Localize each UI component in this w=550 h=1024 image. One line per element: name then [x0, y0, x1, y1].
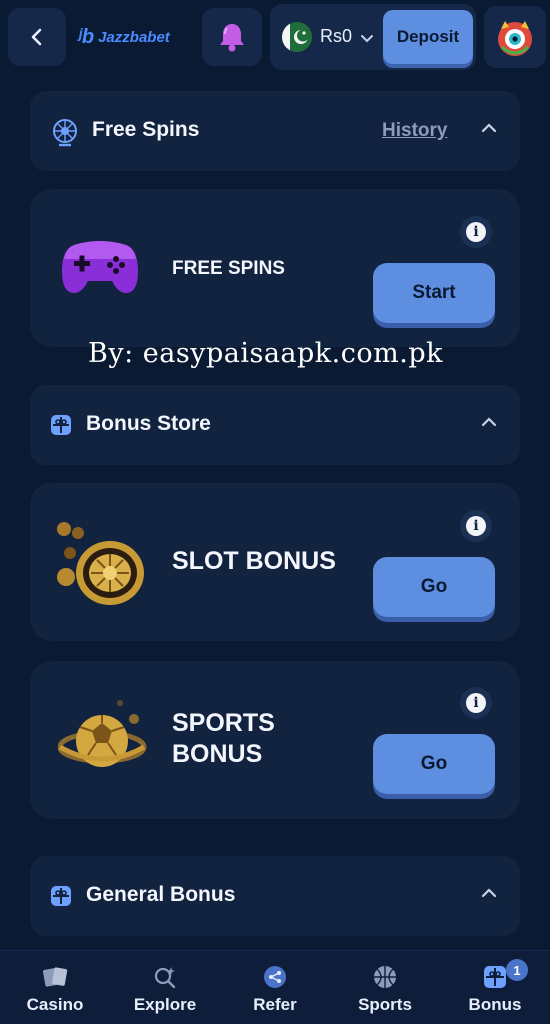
chevron-up-icon[interactable]	[480, 119, 498, 137]
bottom-navigation: Casino Explore Refer Sports 1 Bonus	[0, 950, 550, 1024]
spin-wheel-icon	[53, 119, 77, 147]
balance-widget[interactable]: Rs0 Deposit	[270, 4, 476, 70]
card-title: SLOT BONUS	[172, 547, 336, 575]
cards-icon	[43, 967, 68, 987]
chevron-down-icon[interactable]	[360, 32, 374, 46]
go-button[interactable]: Go	[373, 734, 495, 794]
card-title: FREE SPINS	[172, 258, 285, 279]
section-title: Free Spins	[92, 118, 200, 141]
nav-item-bonus[interactable]: 1 Bonus	[440, 951, 550, 1024]
chevron-left-icon	[31, 28, 42, 46]
slot-bonus-card: SLOT BONUS i Go	[30, 483, 520, 641]
info-icon[interactable]: i	[460, 687, 492, 719]
nav-item-sports[interactable]: Sports	[330, 951, 440, 1024]
gift-icon	[484, 966, 506, 988]
logo-text: Jazzbabet	[98, 28, 170, 46]
chevron-up-icon[interactable]	[480, 884, 498, 902]
section-title: Bonus Store	[86, 412, 211, 435]
go-button[interactable]: Go	[373, 557, 495, 617]
gamepad-icon	[62, 241, 138, 293]
explore-icon	[154, 967, 176, 989]
balance-amount: Rs0	[320, 26, 353, 46]
general-bonus-section-header[interactable]: General Bonus	[30, 856, 520, 936]
history-link[interactable]: History	[382, 120, 447, 142]
nav-label: Casino	[26, 995, 84, 1014]
nav-label: Refer	[253, 995, 297, 1014]
logo-mark-icon: ʲb	[78, 25, 95, 48]
start-button[interactable]: Start	[373, 263, 495, 323]
monster-avatar-icon	[498, 21, 532, 56]
sports-bonus-card: SPORTS BONUS i Go	[30, 661, 520, 819]
nav-item-explore[interactable]: Explore	[110, 951, 220, 1024]
bonus-store-section-header[interactable]: Bonus Store	[30, 385, 520, 465]
nav-item-refer[interactable]: Refer	[220, 951, 330, 1024]
roulette-coins-icon	[57, 522, 144, 605]
avatar[interactable]	[484, 6, 546, 68]
gift-icon	[51, 886, 71, 906]
info-icon[interactable]: i	[460, 510, 492, 542]
basketball-icon	[374, 966, 396, 988]
back-button[interactable]	[8, 8, 66, 66]
soccer-ball-icon	[58, 700, 147, 767]
top-bar: ʲb Jazzbabet Rs0 Deposit	[0, 0, 550, 78]
info-icon[interactable]: i	[460, 216, 492, 248]
notifications-button[interactable]	[202, 8, 262, 66]
gift-icon	[51, 415, 71, 435]
card-title-line1: SPORTS	[172, 709, 275, 737]
free-spins-section-header[interactable]: Free Spins History	[30, 91, 520, 171]
deposit-button[interactable]: Deposit	[383, 10, 473, 64]
notification-badge: 1	[506, 959, 528, 981]
brand-logo[interactable]: ʲb Jazzbabet	[78, 24, 170, 50]
chevron-up-icon[interactable]	[480, 413, 498, 431]
nav-label: Sports	[358, 995, 412, 1014]
pakistan-flag-icon	[282, 22, 312, 52]
nav-item-casino[interactable]: Casino	[0, 951, 110, 1024]
card-title-line2: BONUS	[172, 740, 263, 768]
section-title: General Bonus	[86, 883, 236, 906]
bell-icon	[220, 24, 244, 52]
nav-label: Bonus	[468, 995, 522, 1014]
free-spins-card: FREE SPINS i Start	[30, 189, 520, 347]
share-icon	[264, 966, 286, 988]
watermark-text: By: easypaisaapk.com.pk	[88, 338, 443, 369]
nav-label: Explore	[133, 995, 197, 1014]
